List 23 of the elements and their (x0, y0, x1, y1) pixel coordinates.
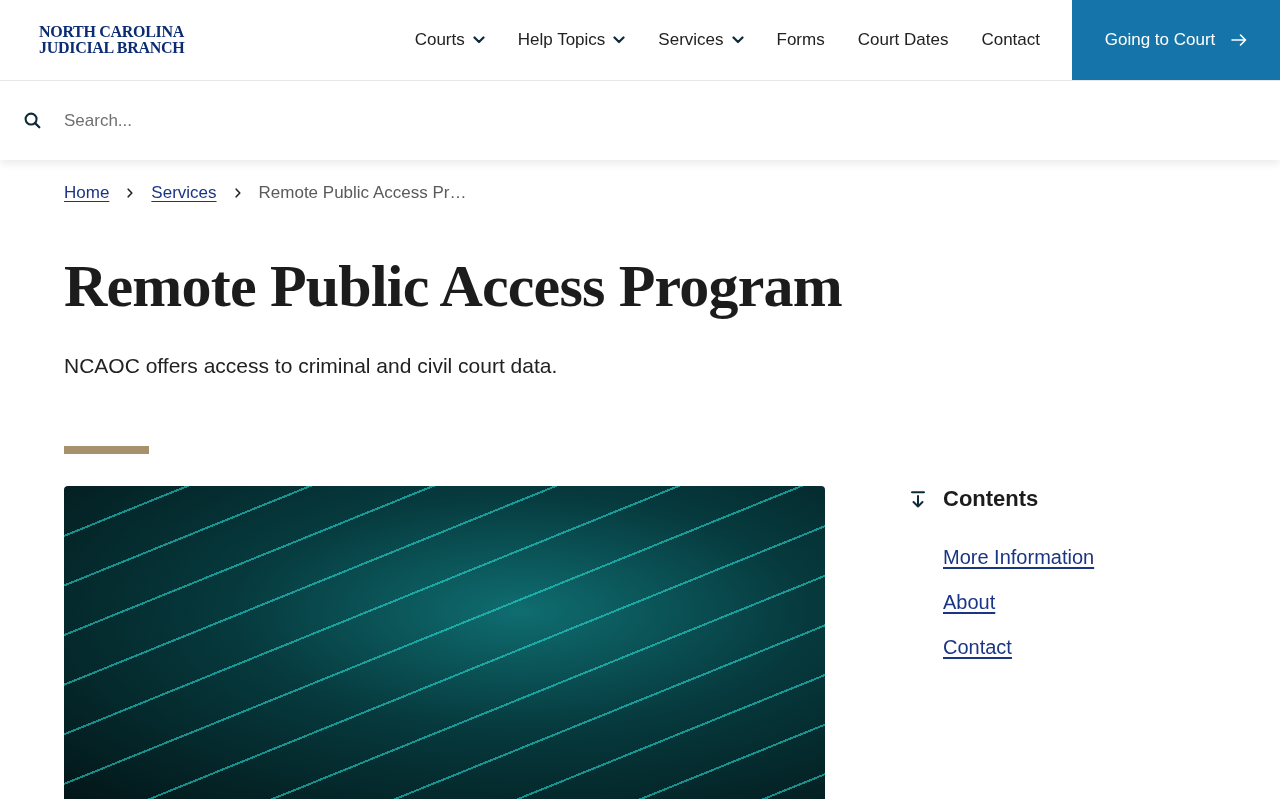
breadcrumb-current: Remote Public Access Pr… (258, 183, 467, 203)
arrow-down-icon (911, 490, 925, 508)
nav-link[interactable]: Help Topics (517, 30, 626, 50)
contents-link[interactable]: Contact (943, 635, 1012, 659)
page-intro: NCAOC offers access to criminal and civil court data. (64, 353, 558, 379)
nav-link[interactable]: Court Dates (857, 30, 949, 50)
site-logo[interactable]: NORTH CAROLINA JUDICIAL BRANCH (39, 24, 185, 56)
contents-link[interactable]: More Information (943, 545, 1095, 569)
search-field[interactable]: Search... (64, 106, 464, 135)
chevron-right-icon (234, 188, 241, 198)
arrow-right-icon (1231, 34, 1248, 46)
going-to-court-button[interactable]: Going to Court (1072, 0, 1280, 80)
breadcrumb-link[interactable]: Services (151, 183, 217, 203)
nav-link[interactable]: Forms (776, 30, 825, 50)
chevron-right-icon (127, 188, 134, 198)
page-title: Remote Public Access Program (64, 252, 842, 321)
nav-link[interactable]: Services (658, 30, 744, 50)
contents-heading: Contents (943, 488, 1039, 510)
search-icon (24, 112, 41, 129)
nav-link[interactable]: Courts (414, 30, 485, 50)
contents-link[interactable]: About (943, 590, 996, 614)
breadcrumb-link[interactable]: Home (64, 183, 110, 203)
nav-link[interactable]: Contact (981, 30, 1040, 50)
